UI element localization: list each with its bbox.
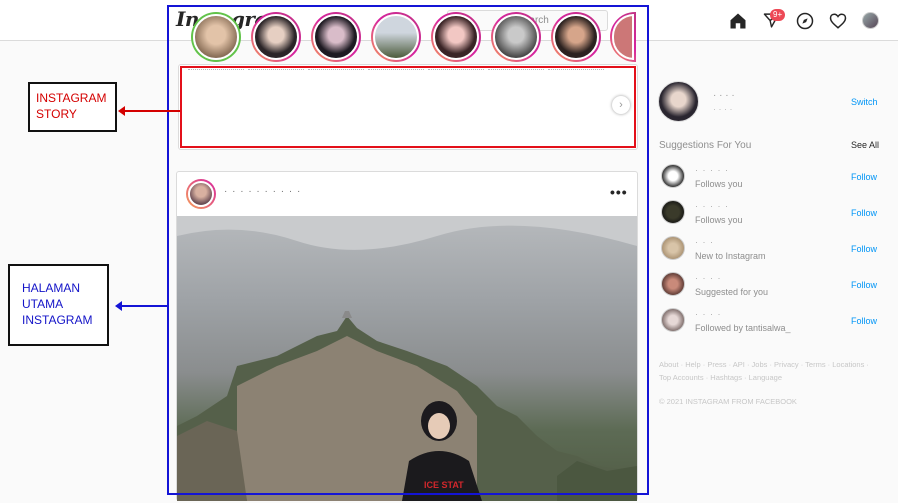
story-annotation-label: INSTAGRAM STORY	[28, 82, 117, 132]
follow-button[interactable]: Follow	[851, 316, 877, 326]
suggestion-username[interactable]: · · · · ·	[695, 201, 729, 211]
suggestion-username[interactable]: · · · ·	[695, 273, 722, 283]
main-feed-highlight-frame	[167, 5, 649, 495]
copyright-text: © 2021 INSTAGRAM FROM FACEBOOK	[659, 397, 797, 406]
suggestion-avatar[interactable]	[661, 164, 685, 188]
suggestion-avatar[interactable]	[661, 308, 685, 332]
suggestion-avatar[interactable]	[661, 236, 685, 260]
suggestion-reason: Suggested for you	[695, 287, 769, 297]
home-annotation-label: HALAMAN UTAMA INSTAGRAM	[8, 264, 109, 346]
suggestion-avatar[interactable]	[661, 272, 685, 296]
suggestion-reason: Follows you	[695, 215, 743, 225]
suggestion-avatar[interactable]	[661, 200, 685, 224]
suggestion-username[interactable]: · · · · ·	[695, 165, 729, 175]
suggestion-username[interactable]: · · ·	[695, 237, 714, 247]
follow-button[interactable]: Follow	[851, 172, 877, 182]
suggestion-reason: Followed by tantisalwa_	[695, 323, 791, 333]
notification-badge: 9+	[770, 9, 786, 21]
home-annotation-arrow	[115, 301, 167, 311]
follow-button[interactable]: Follow	[851, 280, 877, 290]
heart-activity-icon[interactable]	[828, 11, 847, 30]
switch-account-button[interactable]: Switch	[851, 97, 878, 107]
suggestions-heading: Suggestions For You	[659, 140, 752, 151]
home-icon[interactable]	[728, 11, 747, 30]
suggestion-reason: Follows you	[695, 179, 743, 189]
story-annotation-arrow	[118, 106, 180, 116]
follow-button[interactable]: Follow	[851, 208, 877, 218]
explore-compass-icon[interactable]	[795, 11, 814, 30]
footer-links[interactable]: About · Help · Press · API · Jobs · Priv…	[659, 358, 879, 384]
suggestion-username[interactable]: · · · ·	[695, 309, 722, 319]
suggestion-reason: New to Instagram	[695, 251, 766, 261]
follow-button[interactable]: Follow	[851, 244, 877, 254]
current-user-fullname: · · · ·	[713, 104, 733, 114]
current-user-username[interactable]: · · · ·	[713, 90, 735, 101]
profile-avatar-button[interactable]	[862, 12, 879, 29]
see-all-link[interactable]: See All	[851, 140, 879, 150]
current-user-avatar[interactable]	[658, 81, 699, 122]
